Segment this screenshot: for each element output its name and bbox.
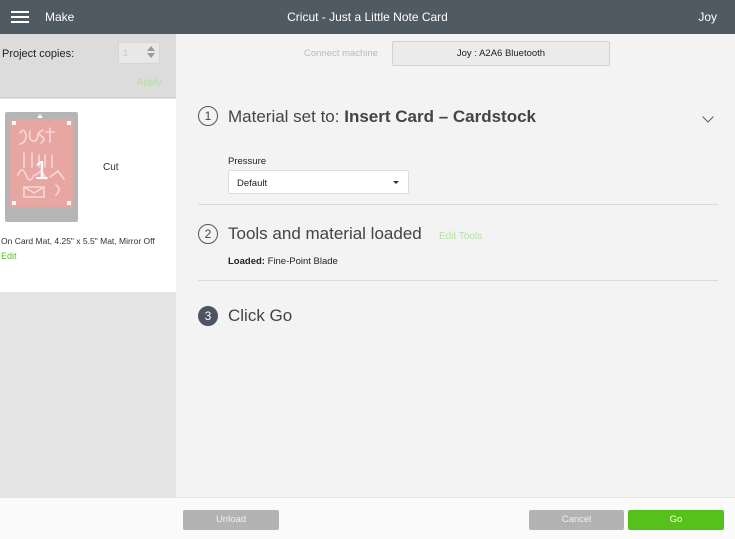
mat-preview: 1 (10, 119, 73, 207)
loaded-value: Fine-Point Blade (267, 256, 338, 267)
project-title: Cricut - Just a Little Note Card (287, 10, 448, 24)
project-copies-label: Project copies: (2, 48, 75, 60)
pressure-value: Default (237, 178, 268, 189)
project-copies-value[interactable]: 1 (123, 48, 128, 58)
mat-operation-label: Cut (103, 162, 119, 173)
stepper-up-icon[interactable] (147, 46, 155, 51)
top-bar: Make Cricut - Just a Little Note Card Jo… (0, 0, 735, 34)
sidebar: Project copies: 1 Apply 1 Cut On Card Ma… (0, 34, 176, 497)
project-copies-stepper[interactable]: 1 (118, 42, 160, 64)
step-2-title: Tools and material loaded (228, 224, 422, 243)
step-1-number: 1 (198, 106, 218, 126)
divider (198, 280, 718, 281)
step-1-title: Material set to: Insert Card – Cardstock (228, 107, 536, 127)
mat-edit-link[interactable]: Edit (1, 251, 17, 261)
connect-machine-button[interactable]: Joy : A2A6 Bluetooth (392, 41, 610, 66)
bottom-bar: Unload Cancel Go (0, 497, 735, 539)
go-button[interactable]: Go (628, 510, 724, 530)
mat-thumbnail[interactable]: 1 (5, 112, 78, 222)
mat-panel: 1 Cut On Card Mat, 4.25" x 5.5" Mat, Mir… (0, 99, 176, 292)
pressure-label: Pressure (228, 156, 267, 167)
connect-machine-label: Connect machine (304, 48, 378, 59)
unload-button[interactable]: Unload (183, 510, 279, 530)
main-panel: Connect machine Joy : A2A6 Bluetooth 1 M… (176, 34, 735, 497)
apply-button[interactable]: Apply (137, 77, 162, 88)
mat-top-marker-icon (37, 114, 43, 118)
chevron-down-icon[interactable] (702, 111, 714, 123)
step-2-number: 2 (198, 224, 218, 244)
divider (198, 204, 718, 205)
project-copies-panel: Project copies: 1 Apply (0, 34, 176, 98)
loaded-label: Loaded: (228, 256, 265, 267)
user-name[interactable]: Joy (698, 10, 717, 24)
mat-number: 1 (34, 155, 49, 185)
stepper-down-icon[interactable] (147, 53, 155, 58)
step-3-number: 3 (198, 306, 218, 326)
edit-tools-link[interactable]: Edit Tools (439, 231, 482, 242)
material-name: Insert Card – Cardstock (344, 107, 537, 126)
cancel-button[interactable]: Cancel (529, 510, 624, 530)
step-1-prefix: Material set to: (228, 107, 345, 126)
dropdown-caret-icon (393, 181, 399, 184)
pressure-select[interactable]: Default (228, 170, 409, 194)
loaded-tools: Loaded: Fine-Point Blade (228, 256, 338, 267)
mat-info: On Card Mat, 4.25" x 5.5" Mat, Mirror Of… (1, 236, 155, 246)
step-3-title: Click Go (228, 306, 293, 325)
